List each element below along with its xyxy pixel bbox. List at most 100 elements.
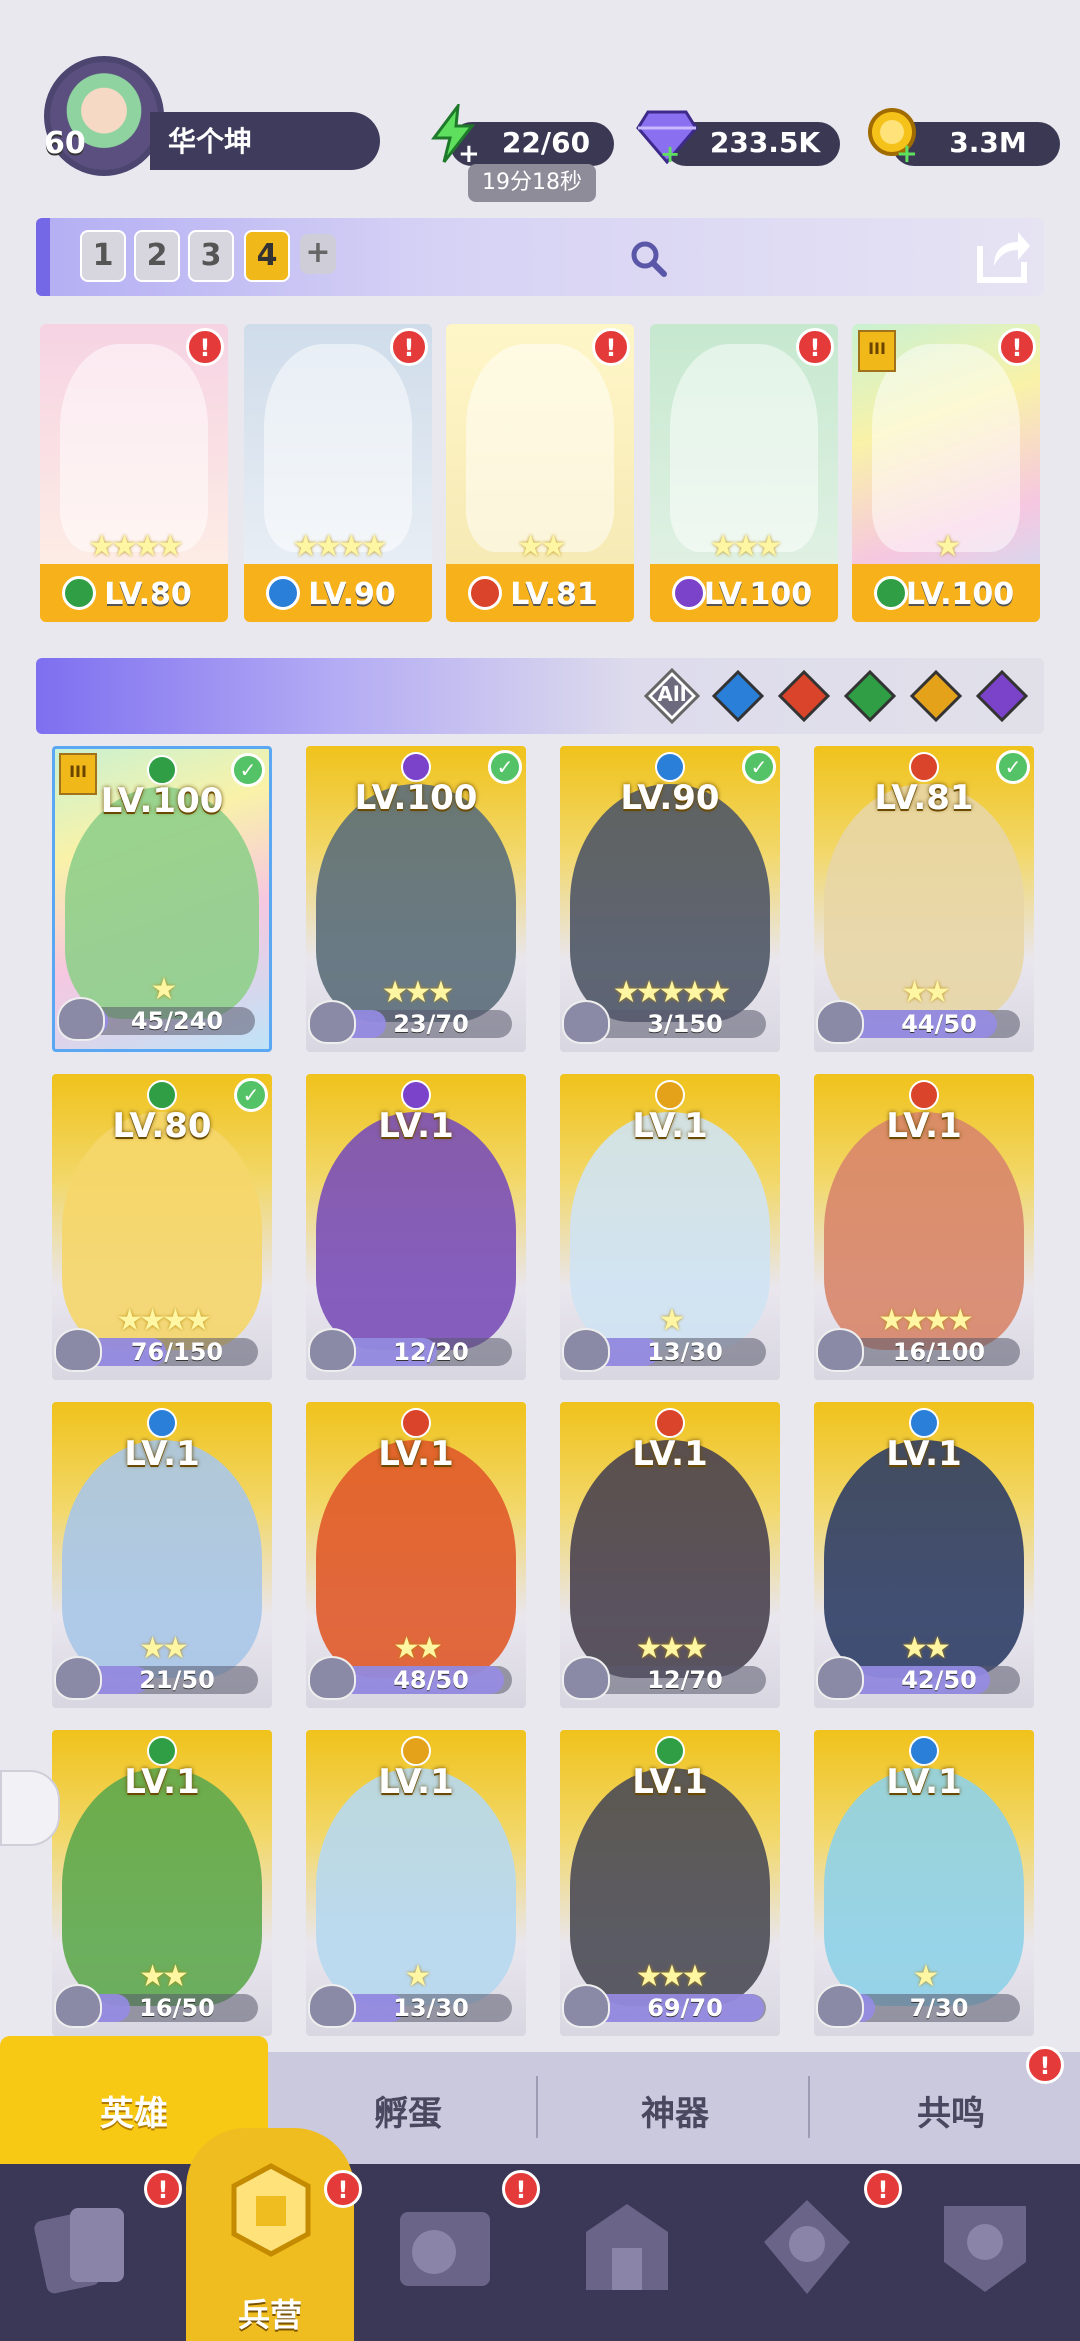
hero-level: LV.1 xyxy=(886,1434,962,1474)
team-tab-1[interactable]: 1 xyxy=(80,230,126,282)
hero-level: LV.1 xyxy=(124,1762,200,1802)
floating-helper-button[interactable] xyxy=(0,1770,60,1846)
hero-stars: ★★★★ xyxy=(292,529,388,564)
shard-icon xyxy=(308,1656,356,1700)
hero-card[interactable]: LV.1 ★★ 16/50 xyxy=(52,1730,272,2036)
hero-portrait xyxy=(60,344,208,552)
search-icon[interactable] xyxy=(630,240,668,278)
hero-card[interactable]: LV.1 ★★★ 12/70 xyxy=(560,1402,780,1708)
in-team-check-icon: ✓ xyxy=(488,750,522,784)
filter-dark-button[interactable] xyxy=(975,669,1029,723)
hero-level: LV.1 xyxy=(378,1762,454,1802)
nav-guild-icon[interactable] xyxy=(752,2192,862,2302)
hero-level: LV.1 xyxy=(632,1762,708,1802)
shard-progress-text: 16/50 xyxy=(139,1994,215,2022)
hero-portrait xyxy=(264,344,412,552)
shard-progress-text: 21/50 xyxy=(139,1666,215,1694)
alert-icon: ! xyxy=(390,328,428,366)
shard-progress-text: 3/150 xyxy=(647,1010,723,1038)
shard-progress-text: 16/100 xyxy=(892,1338,986,1366)
hero-card[interactable]: LV.80 ★★★★ 76/150 ✓ xyxy=(52,1074,272,1380)
hero-card[interactable]: LV.1 ★★ 42/50 xyxy=(814,1402,1034,1708)
gem-icon: + xyxy=(636,110,698,164)
hero-card[interactable]: LV.1 ★ 13/30 xyxy=(560,1074,780,1380)
hero-card[interactable]: LV.1 ★★★ 69/70 xyxy=(560,1730,780,2036)
shard-progress-text: 48/50 xyxy=(393,1666,469,1694)
add-team-button[interactable]: + xyxy=(300,234,336,274)
hero-portrait xyxy=(466,344,614,552)
share-icon[interactable] xyxy=(972,226,1032,286)
coin-icon: + xyxy=(868,108,918,164)
energy-value: 22/60 xyxy=(501,126,591,159)
hero-level: LV.1 xyxy=(124,1434,200,1474)
hero-level: LV.1 xyxy=(886,1106,962,1146)
tab-heroes[interactable]: 英雄 xyxy=(0,2086,268,2135)
team-tab-2[interactable]: 2 xyxy=(134,230,180,282)
filter-all-button[interactable]: All xyxy=(643,667,701,725)
shard-progress-text: 13/30 xyxy=(647,1338,723,1366)
tab-artifact[interactable]: 神器 xyxy=(560,2086,790,2135)
team-slot-card[interactable]: ★★★★ LV.90! xyxy=(244,324,432,622)
hero-card[interactable]: LV.1 ★★ 48/50 xyxy=(306,1402,526,1708)
hero-card[interactable]: LV.1 12/20 xyxy=(306,1074,526,1380)
tab-hatch[interactable]: 孵蛋 xyxy=(300,2086,516,2135)
player-level: 60 xyxy=(44,126,86,161)
nav-shop-icon[interactable] xyxy=(572,2192,682,2302)
hero-portrait xyxy=(316,1112,516,1350)
hero-card[interactable]: LV.1 ★ 7/30 xyxy=(814,1730,1034,2036)
hero-level: LV.81 xyxy=(510,577,598,612)
nav-book-icon[interactable] xyxy=(390,2192,500,2302)
hero-portrait xyxy=(872,344,1020,552)
team-bar-accent xyxy=(36,218,50,296)
shard-icon xyxy=(308,1984,356,2028)
team-tab-4[interactable]: 4 xyxy=(244,230,290,282)
team-tab-3[interactable]: 3 xyxy=(188,230,234,282)
team-slot-card[interactable]: ★★★ LV.100! xyxy=(650,324,838,622)
shard-icon xyxy=(562,1328,610,1372)
tab-divider xyxy=(808,2076,810,2138)
hero-card[interactable]: LV.100 ★★★ 23/70 ✓ xyxy=(306,746,526,1052)
team-slot-card[interactable]: ★★ LV.81! xyxy=(446,324,634,622)
nav-book-alert-icon: ! xyxy=(502,2170,540,2208)
alert-icon: ! xyxy=(998,328,1036,366)
hero-card[interactable]: LV.1 ★★ 21/50 xyxy=(52,1402,272,1708)
nav-cards-icon[interactable] xyxy=(30,2192,140,2302)
nav-barracks-icon[interactable] xyxy=(216,2156,326,2266)
shard-progress-text: 12/20 xyxy=(393,1338,469,1366)
svg-text:+: + xyxy=(660,140,680,164)
hero-level: LV.1 xyxy=(378,1106,454,1146)
hero-stars: ★★ xyxy=(517,529,567,564)
hero-level: LV.100 xyxy=(703,577,813,612)
hero-card[interactable]: LV.1 ★★★★ 16/100 xyxy=(814,1074,1034,1380)
water-element-icon xyxy=(711,669,765,723)
shard-icon xyxy=(54,1656,102,1700)
hero-card[interactable]: LV.1 ★ 13/30 xyxy=(306,1730,526,2036)
hero-card[interactable]: LV.100 ★ 45/240 ✓ III xyxy=(52,746,272,1052)
wind-element-icon xyxy=(843,669,897,723)
shard-progress-text: 44/50 xyxy=(901,1010,977,1038)
filter-fire-button[interactable] xyxy=(777,669,831,723)
hero-card[interactable]: LV.90 ★★★★★ 3/150 ✓ xyxy=(560,746,780,1052)
shard-icon xyxy=(562,1984,610,2028)
filter-light-button[interactable] xyxy=(909,669,963,723)
shard-progress-text: 42/50 xyxy=(901,1666,977,1694)
hero-stars: ★★★★ xyxy=(88,529,184,564)
nav-banner-icon[interactable] xyxy=(930,2192,1040,2302)
filter-wind-button[interactable] xyxy=(843,669,897,723)
player-name: 华个坤 xyxy=(168,125,253,158)
shard-icon xyxy=(816,1984,864,2028)
shard-icon xyxy=(54,1328,102,1372)
team-slot-card[interactable]: ★★★★ LV.80! xyxy=(40,324,228,622)
shard-icon xyxy=(54,1984,102,2028)
team-slot-card[interactable]: ★ LV.100! III xyxy=(852,324,1040,622)
filter-all-label: All xyxy=(657,682,687,706)
shard-icon xyxy=(562,1000,610,1044)
hero-card[interactable]: LV.81 ★★ 44/50 ✓ xyxy=(814,746,1034,1052)
in-team-check-icon: ✓ xyxy=(231,753,265,787)
filter-water-button[interactable] xyxy=(711,669,765,723)
tab-resonance[interactable]: 共鸣 xyxy=(836,2086,1066,2135)
shard-progress-text: 69/70 xyxy=(647,1994,723,2022)
energy-icon: + xyxy=(431,104,480,164)
nav-guild-alert-icon: ! xyxy=(864,2170,902,2208)
alert-icon: ! xyxy=(186,328,224,366)
